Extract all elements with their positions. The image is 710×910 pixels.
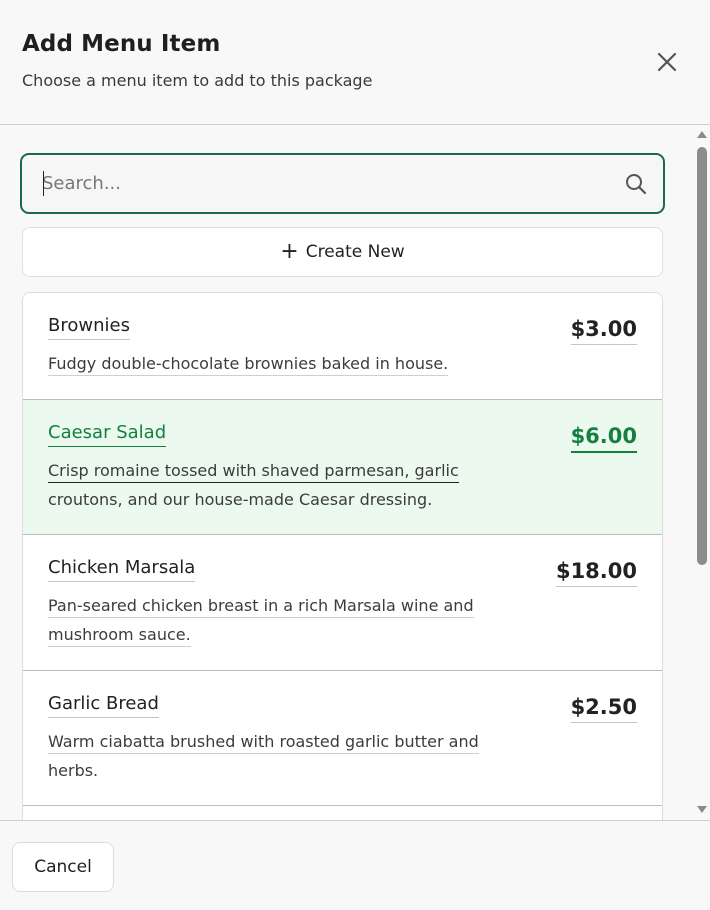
scroll-down-arrow-icon[interactable] bbox=[697, 806, 707, 813]
menu-item-chicken-marsala[interactable]: Chicken Marsala $18.00 Pan-seared chicke… bbox=[23, 535, 662, 671]
dialog-body: + Create New Brownies $3.00 Fudgy double… bbox=[0, 125, 710, 820]
search-input[interactable] bbox=[42, 155, 612, 212]
menu-item-price: $3.00 bbox=[570, 317, 637, 345]
text-cursor bbox=[43, 171, 44, 196]
search-icon[interactable] bbox=[624, 172, 648, 196]
create-new-label: Create New bbox=[305, 242, 405, 262]
menu-item-name: Brownies bbox=[48, 315, 130, 340]
menu-item-description: Crisp romaine tossed with shaved parmesa… bbox=[48, 461, 459, 509]
menu-item-garlic-bread[interactable]: Garlic Bread $2.50 Warm ciabatta brushed… bbox=[23, 671, 662, 806]
menu-item-name: Caesar Salad bbox=[48, 422, 167, 447]
menu-item-partial[interactable] bbox=[23, 806, 662, 820]
menu-item-name: Chicken Marsala bbox=[48, 557, 196, 582]
menu-item-price: $18.00 bbox=[555, 559, 637, 587]
menu-item-brownies[interactable]: Brownies $3.00 Fudgy double-chocolate br… bbox=[23, 293, 662, 400]
menu-item-description: Fudgy double-chocolate brownies baked in… bbox=[48, 350, 548, 379]
dialog-header: Add Menu Item Choose a menu item to add … bbox=[0, 0, 710, 125]
plus-icon: + bbox=[280, 239, 299, 264]
scroll-up-arrow-icon[interactable] bbox=[697, 131, 707, 138]
close-button[interactable] bbox=[652, 48, 682, 78]
dialog-title: Add Menu Item bbox=[22, 31, 221, 57]
close-icon bbox=[657, 52, 677, 72]
dialog-footer: Cancel bbox=[0, 820, 710, 910]
cancel-button[interactable]: Cancel bbox=[12, 842, 114, 892]
menu-item-price: $2.50 bbox=[570, 695, 637, 723]
menu-item-price: $6.00 bbox=[570, 424, 637, 453]
menu-item-caesar-salad[interactable]: Caesar Salad $6.00 Crisp romaine tossed … bbox=[23, 400, 662, 535]
menu-item-description: Warm ciabatta brushed with roasted garli… bbox=[48, 732, 479, 780]
scroll-thumb[interactable] bbox=[697, 147, 707, 565]
search-field[interactable] bbox=[20, 153, 665, 214]
create-new-button[interactable]: + Create New bbox=[22, 227, 663, 277]
menu-item-description: Pan-seared chicken breast in a rich Mars… bbox=[48, 592, 548, 649]
dialog-subtitle: Choose a menu item to add to this packag… bbox=[22, 71, 373, 90]
menu-item-list: Brownies $3.00 Fudgy double-chocolate br… bbox=[22, 292, 663, 820]
scrollbar[interactable] bbox=[694, 125, 710, 820]
menu-item-name: Garlic Bread bbox=[48, 693, 159, 718]
